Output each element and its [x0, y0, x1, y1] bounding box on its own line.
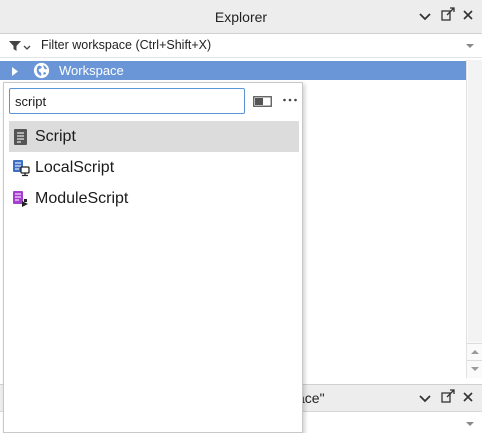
scrollbar-thumb[interactable] [468, 60, 482, 342]
result-item-modulescript[interactable]: ModuleScript [9, 183, 299, 214]
tree-item-label: Workspace [59, 63, 124, 78]
script-icon [12, 128, 30, 146]
insert-results-list: Script LocalScript ModuleScript [9, 121, 299, 214]
filter-icon[interactable] [8, 38, 32, 54]
explorer-titlebar: Explorer [0, 0, 482, 34]
module-script-icon [12, 190, 30, 208]
filter-bar[interactable]: Filter workspace (Ctrl+Shift+X) [0, 34, 482, 58]
collapse-chevron-icon[interactable] [415, 7, 435, 27]
scroll-down-icon[interactable] [467, 360, 482, 376]
expand-arrow-icon[interactable] [11, 65, 19, 76]
result-label: ModuleScript [35, 190, 129, 207]
filter-dropdown-icon[interactable] [465, 39, 475, 49]
close-icon[interactable] [458, 389, 478, 409]
tree-item-workspace[interactable]: Workspace [0, 61, 466, 80]
filter-input[interactable]: Filter workspace (Ctrl+Shift+X) [41, 34, 211, 57]
undock-icon[interactable] [438, 7, 458, 27]
result-label: LocalScript [35, 159, 115, 176]
undock-icon[interactable] [438, 389, 458, 409]
local-script-icon [12, 159, 30, 177]
result-item-localscript[interactable]: LocalScript [9, 152, 299, 183]
insert-search-input[interactable] [9, 88, 245, 114]
collapse-chevron-icon[interactable] [415, 389, 435, 409]
globe-icon [33, 62, 50, 79]
close-icon[interactable] [458, 7, 478, 27]
properties-dropdown-icon[interactable] [465, 417, 475, 427]
toggle-view-icon[interactable] [253, 95, 272, 107]
result-label: Script [35, 128, 76, 145]
result-item-script[interactable]: Script [9, 121, 299, 152]
explorer-title: Explorer [214, 9, 268, 25]
insert-object-popup: Script LocalScript ModuleScript [3, 82, 303, 433]
more-options-icon[interactable] [282, 93, 298, 107]
scroll-up-icon[interactable] [467, 343, 482, 359]
vertical-scrollbar[interactable] [466, 60, 482, 378]
